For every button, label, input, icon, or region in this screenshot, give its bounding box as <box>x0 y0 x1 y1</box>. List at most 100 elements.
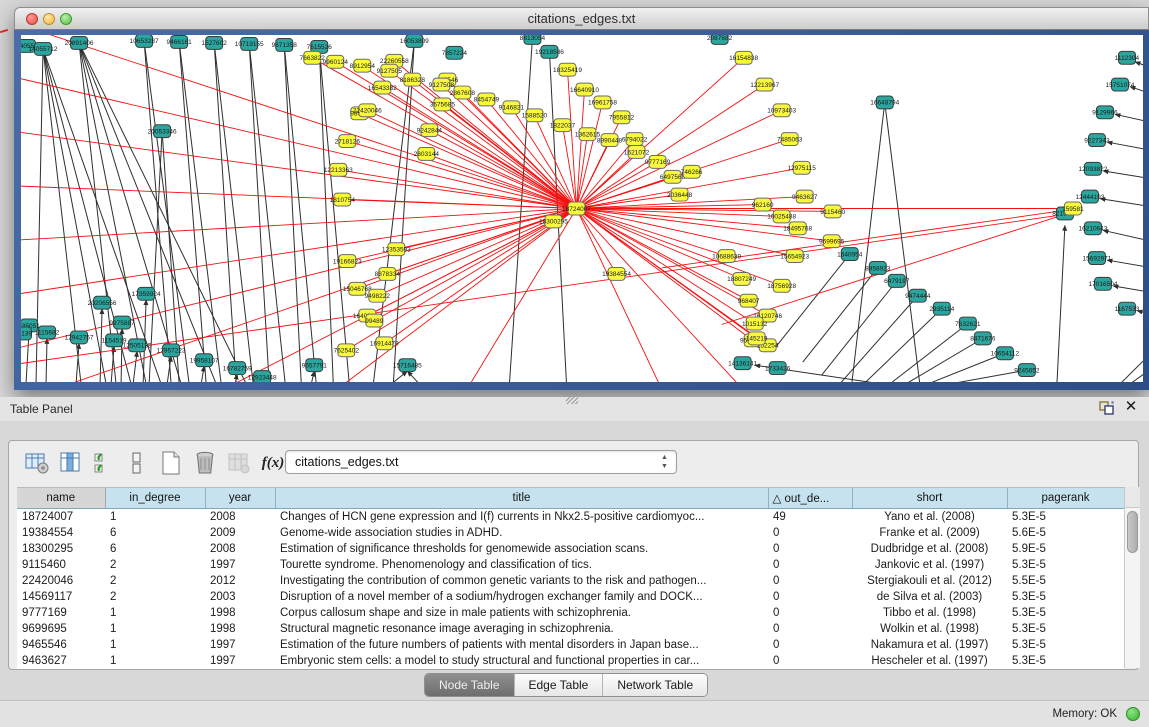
table-cell: 2008 <box>205 541 275 557</box>
row-tools-icon[interactable] <box>123 449 151 477</box>
svg-text:968407: 968407 <box>738 298 760 305</box>
svg-text:2803144: 2803144 <box>414 151 440 158</box>
table-row[interactable]: 911546021997Tourette syndrome. Phenomeno… <box>17 557 1124 573</box>
svg-text:18756928: 18756928 <box>767 283 796 290</box>
citation-network-graph[interactable]: 1405571405571220891406106532879466161152… <box>21 35 1143 382</box>
window-titlebar[interactable]: citations_edges.txt <box>14 7 1149 30</box>
svg-text:10688639: 10688639 <box>712 253 741 260</box>
table-cell: 1998 <box>205 605 275 621</box>
table-options-icon[interactable] <box>23 449 51 477</box>
function-builder-icon[interactable]: f(x) <box>259 449 287 477</box>
svg-text:2867608: 2867608 <box>450 90 476 97</box>
tab-edge-table[interactable]: Edge Table <box>515 674 604 696</box>
network-canvas[interactable]: 1405571405571220891406106532879466161152… <box>21 35 1143 382</box>
stray-edge-mark <box>0 29 8 33</box>
svg-text:1588520: 1588520 <box>522 113 548 120</box>
table-row[interactable]: 946362711997Embryonic stem cells: a mode… <box>17 653 1124 669</box>
scrollbar-thumb[interactable] <box>1127 511 1138 553</box>
new-table-icon[interactable] <box>157 449 185 477</box>
svg-text:9498222: 9498222 <box>365 293 391 300</box>
svg-text:17359924: 17359924 <box>132 291 161 298</box>
svg-text:10025488: 10025488 <box>767 214 796 221</box>
table-body: 1872400712008Changes of HCN gene express… <box>17 509 1124 670</box>
svg-text:12093822: 12093822 <box>1078 166 1107 173</box>
svg-text:14136141: 14136141 <box>728 360 757 367</box>
table-cell: 1 <box>105 653 205 669</box>
svg-text:18495768: 18495768 <box>783 226 812 233</box>
svg-text:746266: 746266 <box>681 169 703 176</box>
svg-text:1115682: 1115682 <box>35 330 60 337</box>
column-header-title[interactable]: title <box>275 488 768 509</box>
svg-text:9975887: 9975887 <box>109 320 135 327</box>
table-cell: 5.5E-5 <box>1007 573 1124 589</box>
table-scrollbar[interactable] <box>1124 487 1140 668</box>
column-header-out_degree[interactable]: △ out_de... <box>768 488 852 509</box>
table-cell: Estimation of significance thresholds fo… <box>275 541 768 557</box>
table-cell: Tourette syndrome. Phenomenology and cla… <box>275 557 768 573</box>
delete-table-icon[interactable] <box>191 449 219 477</box>
memory-status-label: Memory: OK <box>1052 708 1117 720</box>
table-cell: 2 <box>105 589 205 605</box>
table-selector-combobox[interactable]: citations_edges.txt ▲▼ <box>285 450 677 474</box>
table-cell: 0 <box>768 525 852 541</box>
svg-text:10653287: 10653287 <box>130 38 159 45</box>
table-cell: Wolkin et al. (1998) <box>852 621 1007 637</box>
table-cell: Franke et al. (2009) <box>852 525 1007 541</box>
close-panel-icon[interactable]: ✕ <box>1123 399 1139 415</box>
select-columns-icon[interactable] <box>91 449 119 477</box>
table-cell: 0 <box>768 557 852 573</box>
svg-text:9777169: 9777169 <box>645 159 671 166</box>
table-row[interactable]: 1938455462009Genome-wide association stu… <box>17 525 1124 541</box>
table-row[interactable]: 1830029562008Estimation of significance … <box>17 541 1124 557</box>
table-row[interactable]: 969969511998Structural magnetic resonanc… <box>17 621 1124 637</box>
svg-text:8958923: 8958923 <box>865 265 891 272</box>
table-cell: 9463627 <box>17 653 105 669</box>
table-cell: 2003 <box>205 589 275 605</box>
node-table: namein_degreeyeartitle△ out_de...shortpa… <box>17 487 1124 669</box>
svg-text:8990448: 8990448 <box>597 137 623 144</box>
table-cell: Embryonic stem cells: a model to study s… <box>275 653 768 669</box>
svg-text:9671358: 9671358 <box>272 42 298 49</box>
table-cell: 0 <box>768 573 852 589</box>
table-row[interactable]: 977716911998Corpus callosum shape and si… <box>17 605 1124 621</box>
svg-text:1810754: 1810754 <box>330 197 356 204</box>
svg-text:8878334: 8878334 <box>375 271 401 278</box>
svg-text:12444193: 12444193 <box>1075 194 1104 201</box>
column-header-name[interactable]: name <box>17 488 105 509</box>
table-row[interactable]: 1872400712008Changes of HCN gene express… <box>17 509 1124 526</box>
column-header-pagerank[interactable]: pagerank <box>1007 488 1124 509</box>
svg-text:10973403: 10973403 <box>767 108 796 115</box>
table-cell: 5.3E-5 <box>1007 557 1124 573</box>
svg-text:9657791: 9657791 <box>302 362 328 369</box>
svg-text:16053809: 16053809 <box>400 38 429 45</box>
combobox-stepper-icon: ▲▼ <box>658 453 671 471</box>
column-header-in_degree[interactable]: in_degree <box>105 488 205 509</box>
table-cell: 5.6E-5 <box>1007 525 1124 541</box>
table-cell: 1997 <box>205 637 275 653</box>
svg-text:145219: 145219 <box>746 336 768 343</box>
svg-text:9463627: 9463627 <box>792 194 818 201</box>
table-cell: Stergiakouli et al. (2012) <box>852 573 1007 589</box>
table-cell: 19384554 <box>17 525 105 541</box>
tab-node-table[interactable]: Node Table <box>425 674 515 696</box>
svg-text:7615526: 7615526 <box>307 44 333 51</box>
svg-text:9127505: 9127505 <box>377 68 403 75</box>
table-row[interactable]: 946554611997Estimation of the future num… <box>17 637 1124 653</box>
svg-text:19958107: 19958107 <box>190 357 219 364</box>
svg-text:16961758: 16961758 <box>588 100 617 107</box>
column-visibility-icon[interactable] <box>57 449 85 477</box>
column-header-short[interactable]: short <box>852 488 1007 509</box>
tab-network-table[interactable]: Network Table <box>603 674 707 696</box>
float-panel-icon[interactable] <box>1097 400 1115 416</box>
table-cell: Yano et al. (2008) <box>852 509 1007 526</box>
splitter-grip[interactable] <box>566 396 578 404</box>
table-row[interactable]: 2242004622012Investigating the contribut… <box>17 573 1124 589</box>
network-view-frame: 1405571405571220891406106532879466161152… <box>14 30 1149 390</box>
column-header-year[interactable]: year <box>205 488 275 509</box>
table-row[interactable]: 1456911722003Disruption of a novel membe… <box>17 589 1124 605</box>
svg-text:2935114: 2935114 <box>929 306 954 313</box>
svg-text:10654112: 10654112 <box>991 351 1020 358</box>
svg-text:15654923: 15654923 <box>780 253 809 260</box>
svg-text:7663822: 7663822 <box>300 55 326 62</box>
svg-text:8813054: 8813054 <box>520 35 546 42</box>
